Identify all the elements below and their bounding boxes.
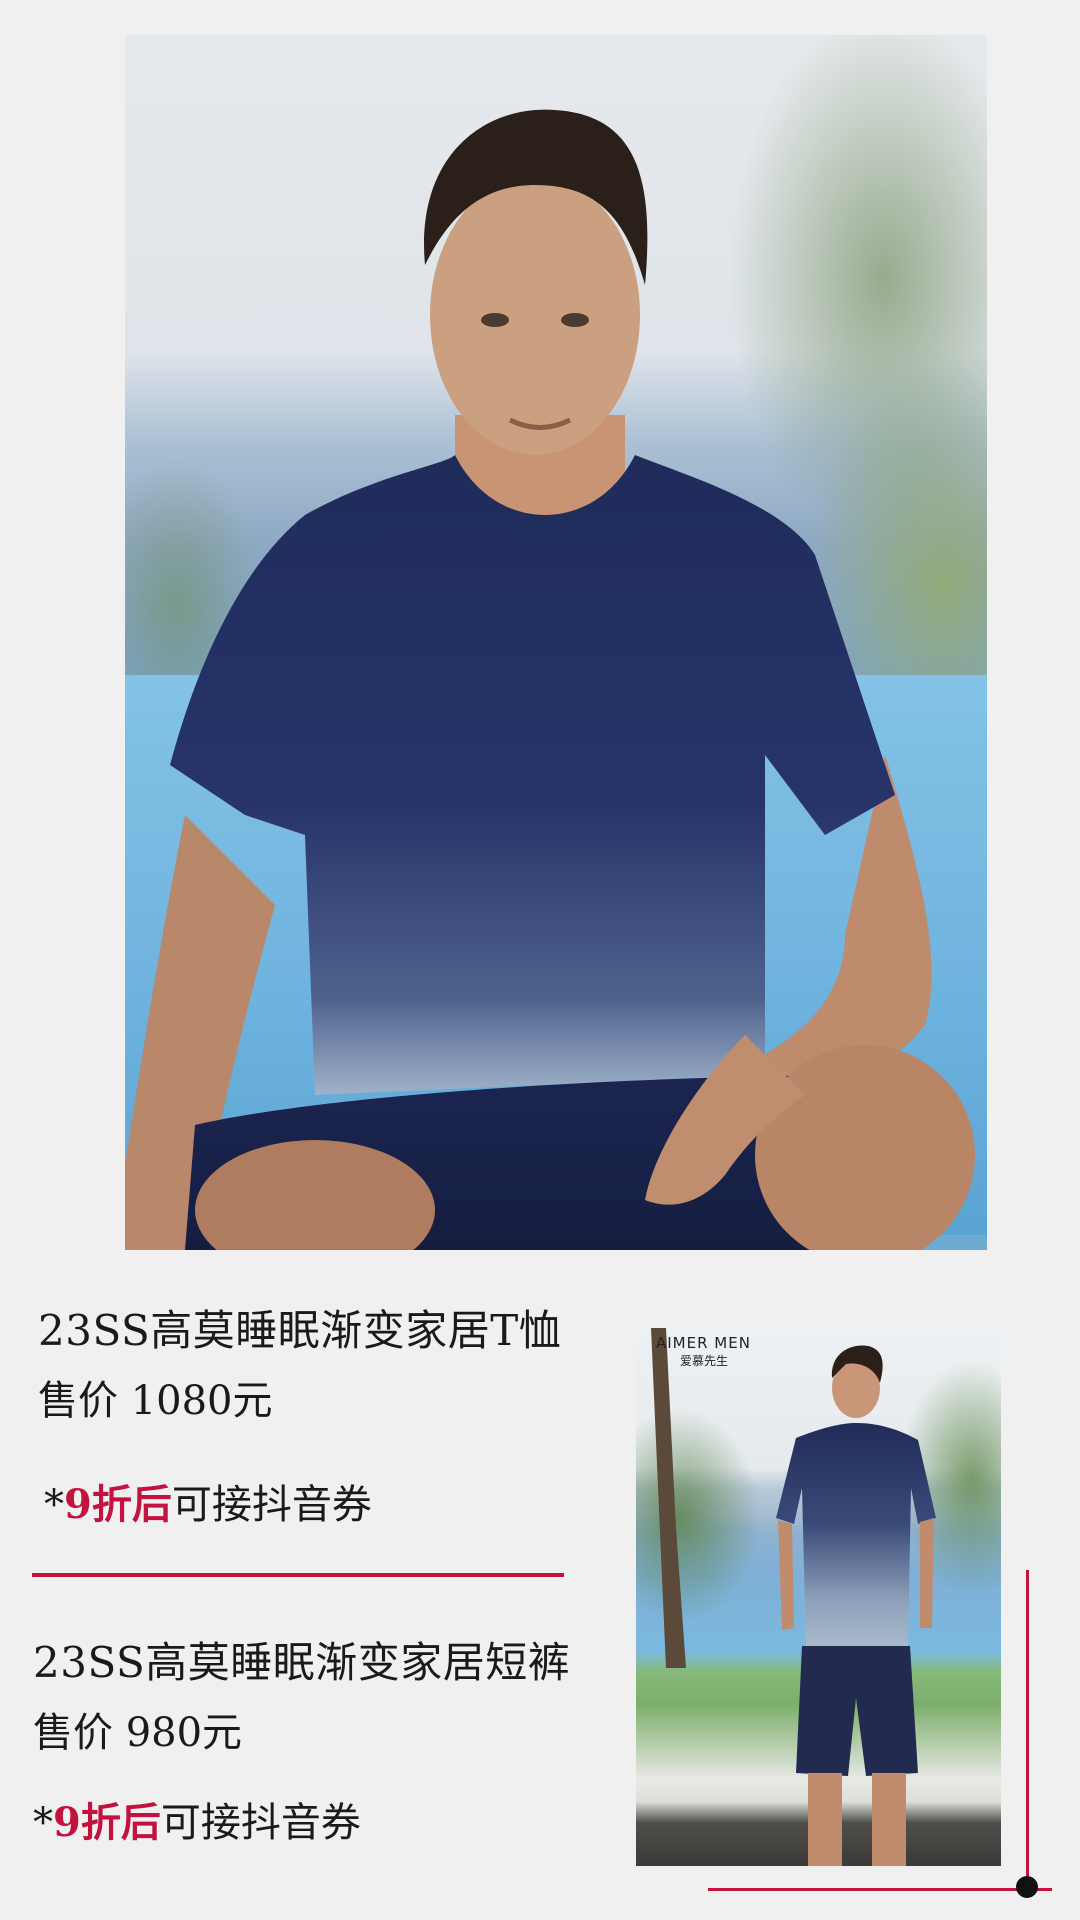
accent-dot: [1016, 1876, 1038, 1898]
promo-highlight: 9折后: [53, 1799, 161, 1846]
promo-text: 可接抖音券: [171, 1482, 372, 1528]
accent-line-horizontal: [708, 1888, 1052, 1891]
brand-logo: AIMER MEN 爱慕先生: [656, 1333, 751, 1369]
brand-name-cn: 爱慕先生: [680, 1354, 729, 1368]
product-price: 售价 1080元: [38, 1378, 273, 1424]
standing-model-figure: [651, 1328, 936, 1866]
promo-asterisk: *: [33, 1800, 53, 1846]
promo-text: 可接抖音券: [160, 1800, 361, 1846]
product-name: 23SS高莫睡眠渐变家居短裤: [33, 1638, 571, 1687]
hero-product-photo: [125, 35, 987, 1250]
product-thumbnail-photo: AIMER MEN 爱慕先生: [636, 1328, 1001, 1866]
model-figure: [125, 109, 975, 1250]
promo-asterisk: *: [44, 1482, 64, 1528]
brand-name-en: AIMER MEN: [656, 1334, 751, 1352]
product-tshirt: 23SS高莫睡眠渐变家居T恤 售价 1080元 *9折后可接抖音券: [38, 1303, 598, 1533]
product-shorts: 23SS高莫睡眠渐变家居短裤 售价 980元 *9折后可接抖音券: [33, 1635, 593, 1851]
product-price: 售价 980元: [33, 1710, 243, 1756]
promo-highlight: 9折后: [64, 1481, 172, 1528]
promo-note: *9折后可接抖音券: [33, 1795, 593, 1851]
accent-line-vertical: [1026, 1570, 1029, 1890]
product-name: 23SS高莫睡眠渐变家居T恤: [38, 1306, 562, 1355]
promo-note: *9折后可接抖音券: [44, 1477, 598, 1533]
section-divider: [32, 1573, 564, 1577]
